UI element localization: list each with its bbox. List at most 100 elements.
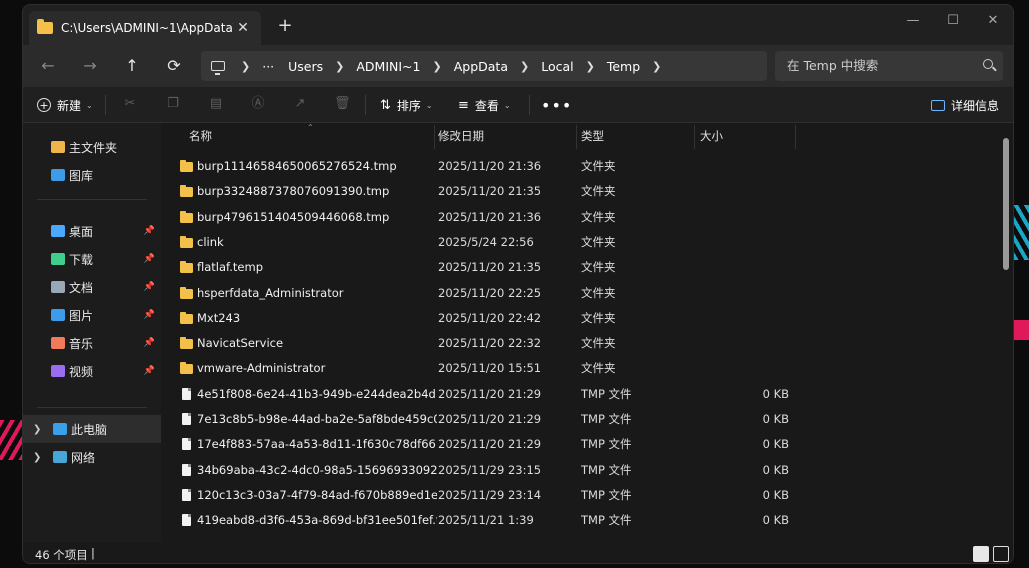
- back-button[interactable]: ←: [35, 54, 61, 78]
- share-icon[interactable]: ↗: [292, 96, 308, 112]
- address-bar[interactable]: ❯ ··· Users ❯ ADMINI~1 ❯ AppData ❯ Local…: [201, 51, 767, 81]
- close-tab-icon[interactable]: ✕: [233, 20, 253, 36]
- table-row[interactable]: 120c13c3-03a7-4f79-84ad-f670b889ed1e... 2…: [161, 483, 1001, 508]
- column-divider[interactable]: [795, 125, 796, 149]
- details-button[interactable]: 详细信息: [931, 95, 999, 115]
- sidebar-item-label: 此电脑: [71, 422, 108, 437]
- sort-button[interactable]: ⇅ 排序 ⌄: [380, 95, 433, 115]
- sidebar-item-label: 音乐: [69, 336, 94, 351]
- file-size: [701, 154, 789, 179]
- column-header-name[interactable]: 名称: [189, 123, 212, 149]
- tab-current[interactable]: C:\Users\ADMINI~1\AppData\ ✕: [29, 11, 261, 45]
- cut-icon[interactable]: ✂: [122, 96, 138, 112]
- details-pane-icon: [931, 99, 945, 111]
- pin-icon[interactable]: 📌: [144, 366, 155, 376]
- breadcrumb-admini[interactable]: ADMINI~1: [356, 59, 420, 74]
- table-row[interactable]: 419eabd8-d3f6-453a-869d-bf31ee501fef.t..…: [161, 508, 1001, 533]
- table-row[interactable]: clink 2025/5/24 22:56 文件夹: [161, 230, 1001, 255]
- up-button[interactable]: ↑: [119, 54, 145, 78]
- sidebar-item-quick-access[interactable]: 视频 📌: [23, 357, 161, 385]
- pin-icon[interactable]: 📌: [144, 282, 155, 292]
- column-divider[interactable]: [576, 125, 577, 149]
- column-header-date[interactable]: 修改日期: [438, 123, 484, 149]
- rename-icon[interactable]: Ⓐ: [250, 96, 266, 112]
- minimize-button[interactable]: —: [893, 9, 933, 33]
- delete-icon[interactable]: 🗑: [334, 96, 351, 112]
- sidebar-item-network[interactable]: ❯ 网络: [23, 443, 161, 471]
- table-row[interactable]: NavicatService 2025/11/20 22:32 文件夹: [161, 331, 1001, 356]
- search-input[interactable]: 在 Temp 中搜索: [775, 51, 1003, 81]
- maximize-button[interactable]: ☐: [933, 9, 973, 33]
- table-row[interactable]: burp3324887378076091390.tmp 2025/11/20 21…: [161, 179, 1001, 204]
- details-view-button[interactable]: [973, 546, 989, 562]
- vertical-scrollbar[interactable]: [1003, 138, 1009, 270]
- decorative-bar-right: [1014, 320, 1029, 340]
- breadcrumb-temp[interactable]: Temp: [607, 59, 640, 74]
- copy-icon[interactable]: ❐: [165, 96, 181, 112]
- file-type: TMP 文件: [581, 487, 632, 502]
- new-button[interactable]: + 新建 ⌄: [37, 95, 93, 115]
- close-window-button[interactable]: ✕: [973, 9, 1013, 33]
- chevron-right-icon[interactable]: ❯: [33, 452, 45, 463]
- breadcrumb-local[interactable]: Local: [541, 59, 573, 74]
- sidebar-item-this-pc[interactable]: ❯ 此电脑: [23, 415, 161, 443]
- table-row[interactable]: 17e4f883-57aa-4a53-8d11-1f630c78df66.t..…: [161, 432, 1001, 457]
- view-button[interactable]: ≡ 查看 ⌄: [458, 95, 511, 115]
- table-row[interactable]: Mxt243 2025/11/20 22:42 文件夹: [161, 306, 1001, 331]
- sidebar-item-quick-access[interactable]: 桌面 📌: [23, 217, 161, 245]
- chevron-right-icon[interactable]: ❯: [33, 424, 45, 435]
- chevron-right-icon: ❯: [241, 59, 251, 73]
- sidebar-item-label: 下载: [69, 252, 94, 267]
- refresh-button[interactable]: ⟳: [161, 54, 187, 78]
- sidebar-item-quick-access[interactable]: 文档 📌: [23, 273, 161, 301]
- sidebar-item-label: 文档: [69, 280, 94, 295]
- sidebar-divider: [37, 199, 147, 200]
- pin-icon[interactable]: 📌: [144, 338, 155, 348]
- chevron-right-icon: ❯: [520, 59, 530, 73]
- sidebar-item-gallery[interactable]: 图库: [23, 161, 161, 189]
- column-header-size[interactable]: 大小: [700, 123, 723, 149]
- tiles-view-button[interactable]: [993, 546, 1009, 562]
- file-type: TMP 文件: [581, 462, 632, 477]
- pin-icon[interactable]: 📌: [144, 226, 155, 236]
- file-name: burp4796151404509446068.tmp: [197, 209, 390, 224]
- table-row[interactable]: burp11146584650065276524.tmp 2025/11/20 2…: [161, 154, 1001, 179]
- column-divider[interactable]: [694, 125, 695, 149]
- folder-icon: [51, 225, 65, 237]
- new-tab-button[interactable]: +: [273, 15, 297, 39]
- sidebar-item-quick-access[interactable]: 下载 📌: [23, 245, 161, 273]
- file-type: TMP 文件: [581, 412, 632, 426]
- chevron-right-icon[interactable]: ❯: [652, 60, 661, 73]
- sidebar-item-quick-access[interactable]: 图片 📌: [23, 301, 161, 329]
- file-size: [701, 230, 789, 255]
- file-date: 2025/11/20 15:51: [438, 361, 542, 376]
- paste-icon[interactable]: ▤: [208, 96, 224, 112]
- table-row[interactable]: vmware-Administrator 2025/11/20 15:51 文件夹: [161, 356, 1001, 381]
- forward-button[interactable]: →: [77, 54, 103, 78]
- more-options-button[interactable]: •••: [541, 95, 572, 115]
- sidebar-item-label: 图库: [69, 168, 94, 183]
- table-row[interactable]: 34b69aba-43c2-4dc0-98a5-15696933092... 20…: [161, 458, 1001, 483]
- computer-icon: [53, 423, 67, 435]
- file-type: TMP 文件: [581, 386, 632, 401]
- file-type: 文件夹: [581, 361, 616, 376]
- column-header-type[interactable]: 类型: [581, 123, 604, 149]
- table-row[interactable]: hsperfdata_Administrator 2025/11/20 22:25…: [161, 281, 1001, 306]
- table-row[interactable]: 7e13c8b5-b98e-44ad-ba2e-5af8bde459c0....…: [161, 407, 1001, 432]
- home-icon: [51, 141, 65, 153]
- table-row[interactable]: 4e51f808-6e24-41b3-949b-e244dea2b4d... 20…: [161, 382, 1001, 407]
- pin-icon[interactable]: 📌: [144, 254, 155, 264]
- file-size: [701, 255, 789, 280]
- breadcrumb-users[interactable]: Users: [288, 59, 323, 74]
- chevron-down-icon: ⌄: [425, 100, 433, 110]
- file-type: TMP 文件: [581, 437, 632, 452]
- table-row[interactable]: flatlaf.temp 2025/11/20 21:35 文件夹: [161, 255, 1001, 280]
- more-crumbs-icon[interactable]: ···: [262, 59, 274, 74]
- breadcrumb-appdata[interactable]: AppData: [454, 59, 508, 74]
- column-divider[interactable]: [434, 125, 435, 149]
- chevron-right-icon: ❯: [432, 59, 442, 73]
- sidebar-item-home[interactable]: 主文件夹: [23, 133, 161, 161]
- table-row[interactable]: burp4796151404509446068.tmp 2025/11/20 21…: [161, 205, 1001, 230]
- pin-icon[interactable]: 📌: [144, 310, 155, 320]
- sidebar-item-quick-access[interactable]: 音乐 📌: [23, 329, 161, 357]
